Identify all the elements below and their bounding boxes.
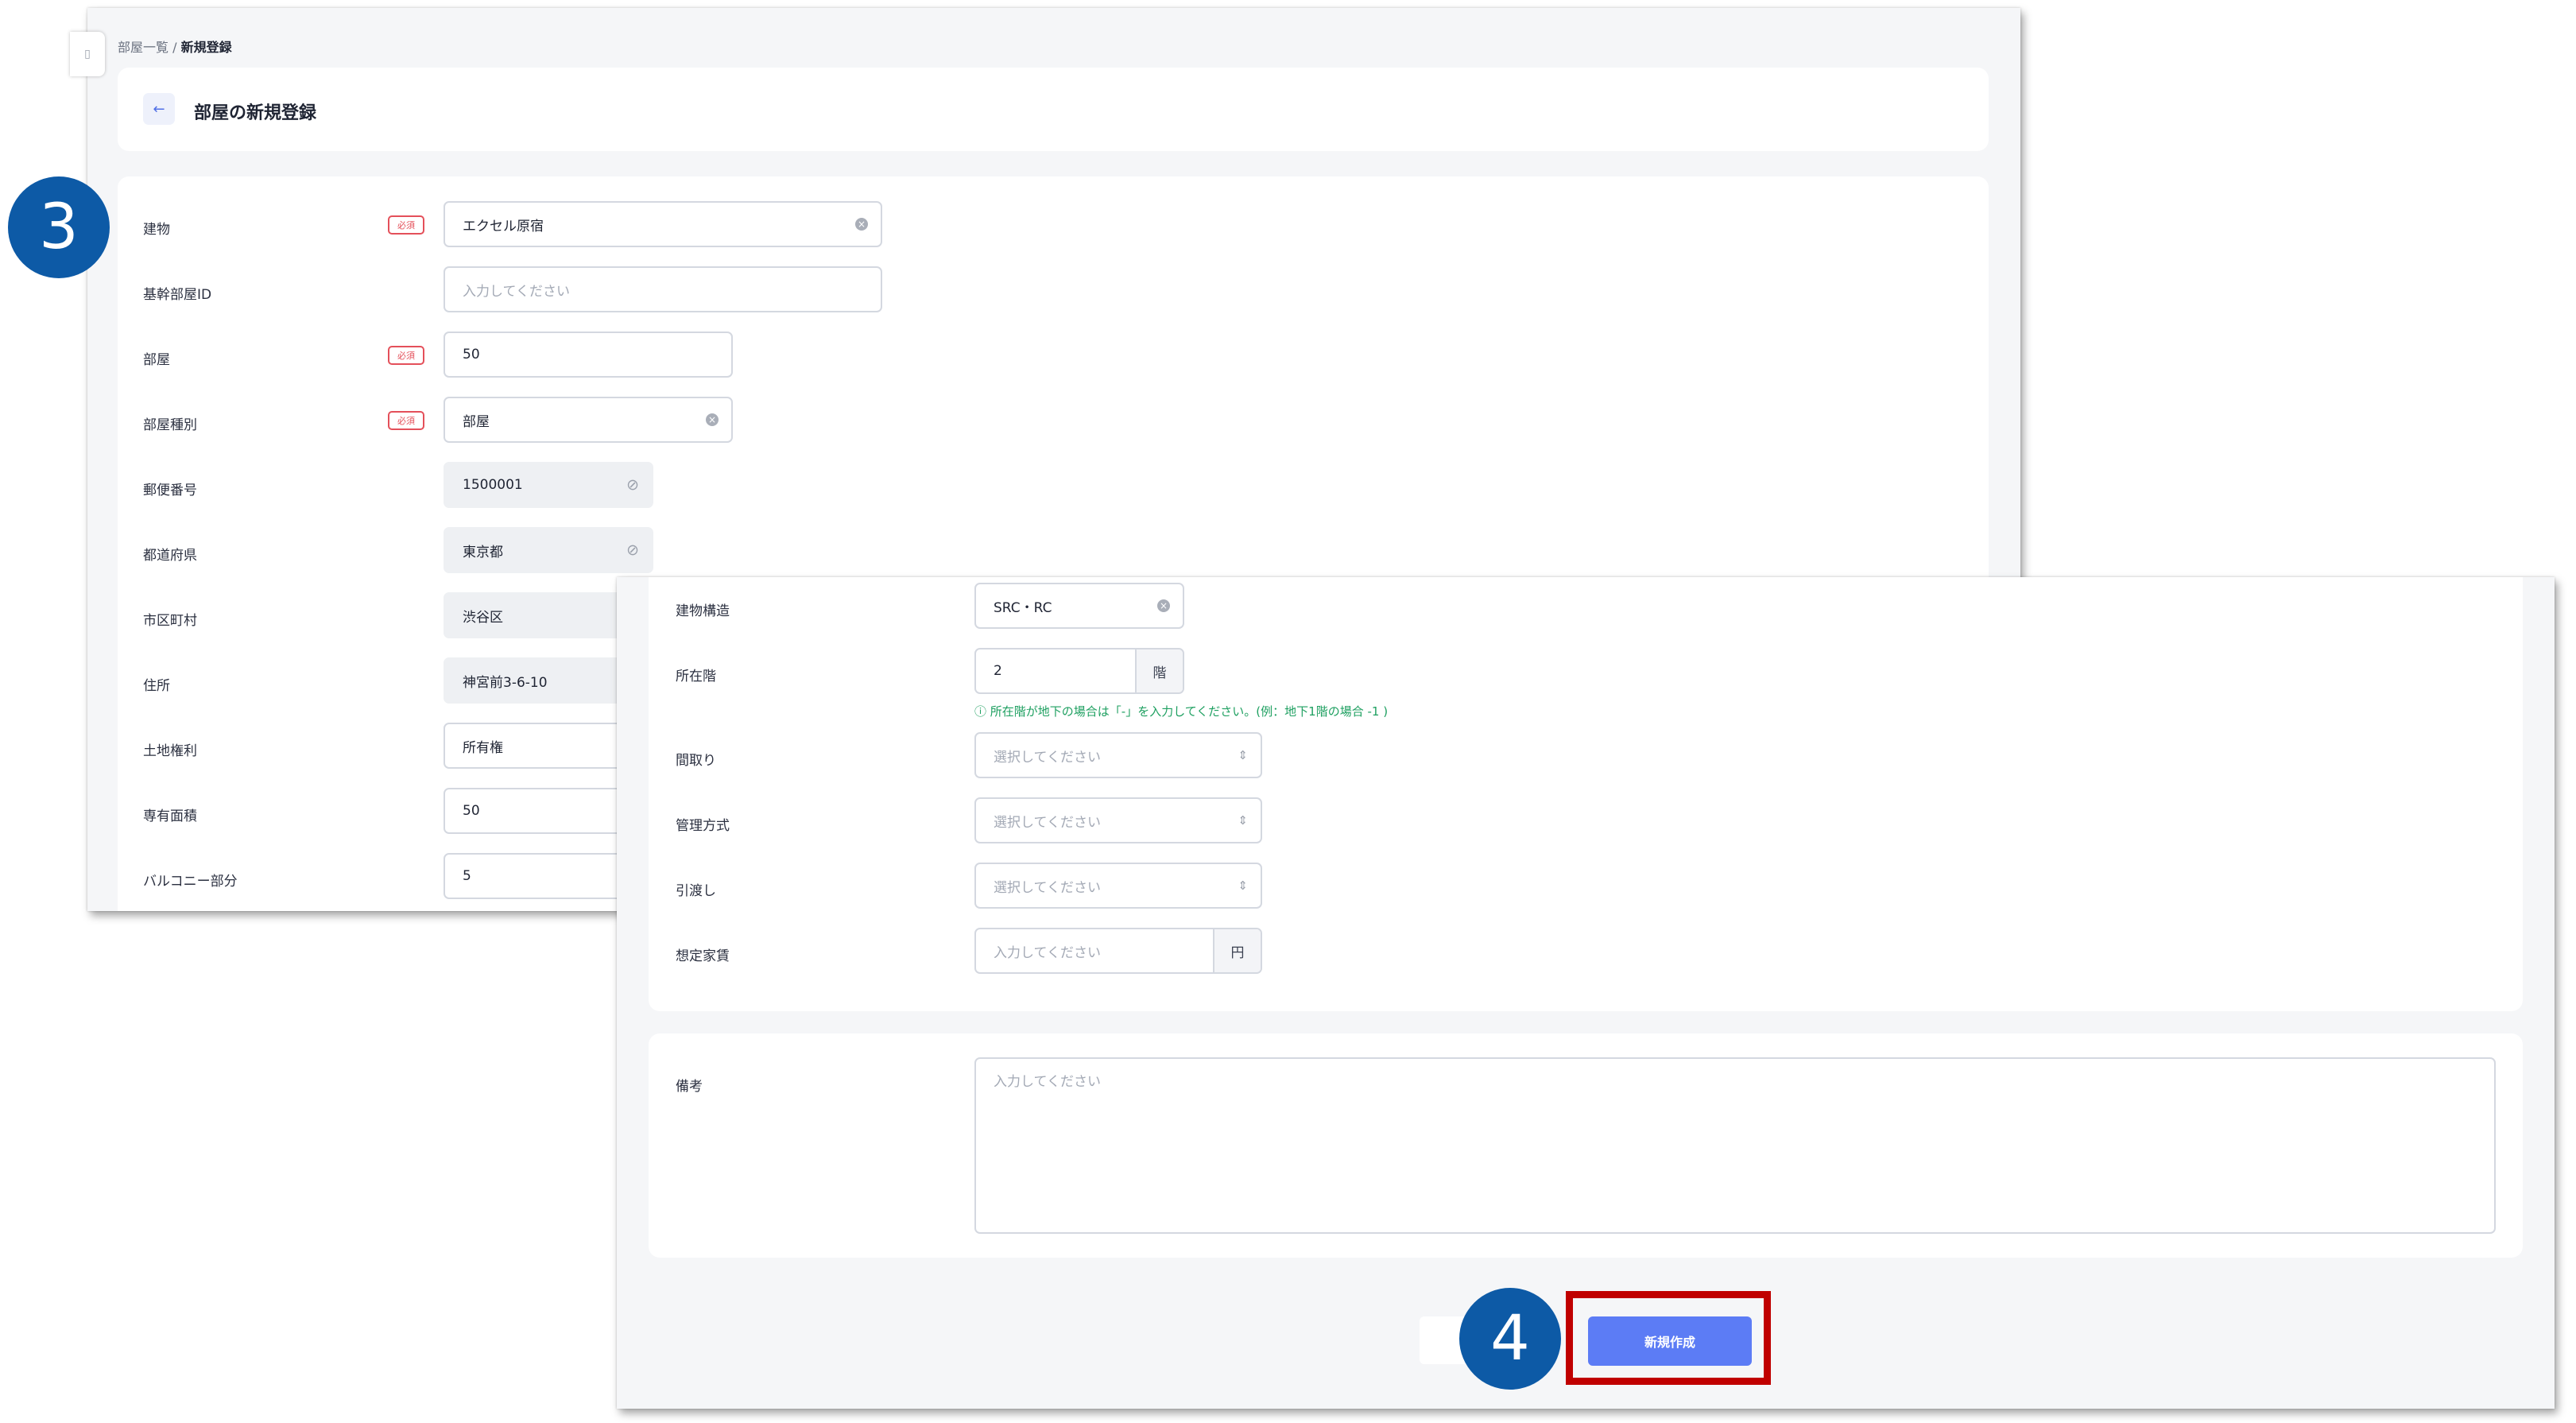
page-header-card: ← 部屋の新規登録: [118, 68, 1989, 151]
rent-input[interactable]: 入力してください 円: [974, 928, 1262, 974]
clear-icon[interactable]: ×: [706, 413, 719, 426]
management-placeholder: 選択してください: [994, 814, 1101, 831]
address-value: 神宮前3-6-10: [463, 674, 548, 691]
chevron-up-down-icon: ⇕: [1238, 748, 1248, 762]
balcony-label: バルコニー部分: [143, 874, 238, 890]
building-value: エクセル原宿: [463, 218, 544, 235]
room-label: 部屋: [143, 352, 170, 368]
handover-label: 引渡し: [676, 883, 716, 899]
clear-icon[interactable]: ×: [1157, 599, 1170, 612]
core-room-id-placeholder: 入力してください: [463, 283, 570, 300]
prefecture-input: 東京都 ⊘: [444, 527, 653, 573]
postal-code-input: 1500001 ⊘: [444, 462, 653, 508]
chevron-up-down-icon: ⇕: [1238, 878, 1248, 893]
rent-label: 想定家賃: [676, 948, 730, 964]
handover-select[interactable]: 選択してください ⇕: [974, 863, 1262, 909]
breadcrumb-parent-link[interactable]: 部屋一覧: [118, 40, 169, 55]
required-badge: 必須: [388, 215, 424, 235]
prefecture-value: 東京都: [463, 544, 503, 560]
land-rights-value: 所有権: [463, 739, 503, 756]
room-input[interactable]: 50: [444, 332, 733, 378]
room-type-select[interactable]: 部屋 ×: [444, 397, 733, 443]
address-label: 住所: [143, 678, 170, 694]
breadcrumb-separator: /: [172, 40, 177, 55]
land-rights-label: 土地権利: [143, 743, 197, 759]
rent-placeholder: 入力してください: [994, 944, 1101, 961]
core-room-id-label: 基幹部屋ID: [143, 287, 212, 303]
city-label: 市区町村: [143, 613, 197, 629]
disabled-icon: ⊘: [626, 541, 639, 559]
management-label: 管理方式: [676, 818, 730, 834]
remarks-label: 備考: [676, 1079, 703, 1095]
handover-placeholder: 選択してください: [994, 879, 1101, 896]
core-room-id-input[interactable]: 入力してください: [444, 266, 882, 312]
balcony-value: 5: [463, 868, 471, 884]
back-button[interactable]: ←: [143, 93, 175, 125]
floor-unit: 階: [1135, 649, 1183, 692]
callout-step-3: 3: [8, 176, 110, 278]
layout-placeholder: 選択してください: [994, 749, 1101, 766]
breadcrumb-current: 新規登録: [180, 40, 232, 55]
highlight-box: [1566, 1291, 1771, 1385]
prefecture-label: 都道府県: [143, 548, 197, 564]
postal-code-value: 1500001: [463, 477, 523, 493]
chevron-up-down-icon: ⇕: [1238, 813, 1248, 828]
room-type-label: 部屋種別: [143, 417, 197, 433]
city-value: 渋谷区: [463, 609, 503, 626]
room-type-value: 部屋: [463, 413, 490, 430]
floor-hint-text: 所在階が地下の場合は「-」を入力してください。(例：地下1階の場合 -1 ): [990, 704, 1389, 719]
disabled-icon: ⊘: [626, 476, 639, 494]
detail-info-card: 建物構造 SRC・RC × 所在階 2 階 ⓘ 所在階が地下の場合は「-」を入力…: [649, 577, 2523, 1011]
structure-value: SRC・RC: [994, 599, 1052, 616]
page-title: 部屋の新規登録: [194, 103, 317, 123]
sidebar-toggle-icon: ▯: [84, 48, 91, 60]
room-form-window-bottom: 建物構造 SRC・RC × 所在階 2 階 ⓘ 所在階が地下の場合は「-」を入力…: [617, 577, 2555, 1409]
rent-unit: 円: [1213, 929, 1261, 972]
structure-select[interactable]: SRC・RC ×: [974, 583, 1184, 629]
floor-label: 所在階: [676, 669, 716, 684]
room-value: 50: [463, 347, 480, 363]
building-select[interactable]: エクセル原宿 ×: [444, 201, 882, 247]
required-badge: 必須: [388, 411, 424, 430]
breadcrumb: 部屋一覧 / 新規登録: [118, 37, 232, 56]
clear-icon[interactable]: ×: [855, 218, 868, 231]
layout-select[interactable]: 選択してください ⇕: [974, 732, 1262, 778]
remarks-card: 備考 入力してください: [649, 1033, 2523, 1258]
exclusive-area-value: 50: [463, 803, 480, 819]
sidebar-collapse-tab[interactable]: ▯: [70, 32, 105, 76]
management-select[interactable]: 選択してください ⇕: [974, 797, 1262, 843]
floor-input[interactable]: 2 階: [974, 648, 1184, 694]
callout-step-4: 4: [1459, 1288, 1561, 1390]
required-badge: 必須: [388, 346, 424, 365]
building-label: 建物: [143, 222, 170, 238]
arrow-left-icon: ←: [153, 100, 165, 118]
structure-label: 建物構造: [676, 603, 730, 619]
remarks-placeholder: 入力してください: [994, 1074, 1101, 1090]
layout-label: 間取り: [676, 753, 716, 769]
remarks-textarea[interactable]: 入力してください: [974, 1057, 2496, 1234]
info-circle-icon: ⓘ: [974, 704, 987, 719]
exclusive-area-label: 専有面積: [143, 808, 197, 824]
floor-value: 2: [994, 663, 1002, 679]
postal-code-label: 郵便番号: [143, 483, 197, 498]
floor-hint: ⓘ 所在階が地下の場合は「-」を入力してください。(例：地下1階の場合 -1 ): [974, 703, 1388, 719]
